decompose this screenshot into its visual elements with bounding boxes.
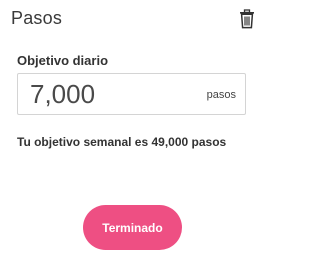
daily-goal-unit: pasos: [206, 89, 236, 101]
steps-goal-panel: Pasos Objetivo diario 7,000 pasos Tu obj…: [0, 0, 266, 268]
daily-goal-value[interactable]: 7,000: [30, 79, 95, 110]
done-button[interactable]: Terminado: [83, 205, 182, 250]
daily-goal-input[interactable]: 7,000 pasos: [17, 73, 246, 115]
weekly-goal-text: Tu objetivo semanal es 49,000 pasos: [17, 135, 227, 149]
page-title: Pasos: [11, 8, 63, 28]
trash-icon[interactable]: [239, 9, 255, 29]
daily-goal-label: Objetivo diario: [17, 53, 109, 68]
